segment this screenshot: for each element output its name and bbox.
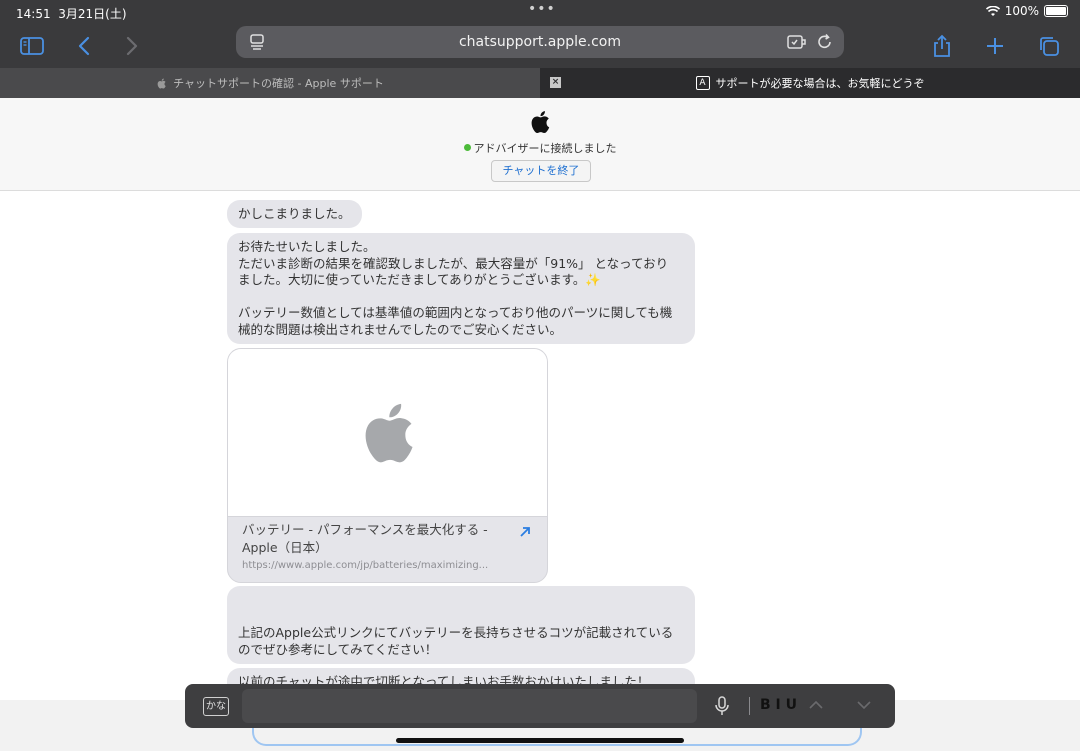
apple-logo-icon bbox=[365, 403, 413, 463]
chat-header: アドバイザーに接続しました チャットを終了 bbox=[0, 98, 1080, 191]
wifi-icon bbox=[985, 5, 1000, 16]
link-url: https://www.apple.com/jp/batteries/maxim… bbox=[242, 560, 489, 571]
browser-toolbar: chatsupport.apple.com bbox=[0, 24, 1080, 68]
share-icon[interactable] bbox=[928, 32, 956, 60]
toolbar-divider bbox=[749, 697, 750, 715]
keyboard-candidate-area[interactable] bbox=[242, 689, 697, 723]
status-indicators: 100% bbox=[985, 4, 1068, 18]
back-icon[interactable] bbox=[70, 32, 98, 60]
end-chat-button[interactable]: チャットを終了 bbox=[491, 160, 591, 182]
tab-chat-support-check[interactable]: チャットサポートの確認 - Apple サポート bbox=[0, 68, 540, 98]
microphone-icon[interactable] bbox=[713, 696, 731, 716]
battery-icon bbox=[1044, 5, 1068, 17]
extension-icon[interactable] bbox=[786, 33, 806, 51]
close-tab-icon[interactable]: × bbox=[550, 77, 561, 88]
chat-message: 上記のApple公式リンクにてバッテリーを長持ちさせるコツが記載されている ので… bbox=[227, 586, 695, 664]
tab-bar: チャットサポートの確認 - Apple サポート × A サポートが必要な場合は… bbox=[0, 68, 1080, 98]
open-link-arrow-icon[interactable] bbox=[518, 525, 532, 539]
forward-icon[interactable] bbox=[118, 32, 146, 60]
keyboard-shortcut-bar: かな B I U bbox=[185, 684, 895, 728]
status-time: 14:51 3月21日(土) bbox=[16, 7, 127, 21]
new-tab-icon[interactable] bbox=[981, 32, 1009, 60]
link-title: バッテリー - パフォーマンスを最大化する - Apple（日本） bbox=[242, 522, 488, 555]
url-text: chatsupport.apple.com bbox=[458, 34, 622, 50]
connected-dot-icon bbox=[463, 144, 471, 151]
tab-label: チャットサポートの確認 - Apple サポート bbox=[173, 77, 384, 90]
status-bar: 14:51 3月21日(土) ••• 100% bbox=[0, 0, 1080, 24]
connection-status: アドバイザーに接続しました bbox=[0, 140, 1080, 156]
apple-favicon-icon bbox=[157, 78, 166, 89]
chevron-down-icon[interactable] bbox=[855, 697, 873, 713]
apple-logo-icon bbox=[531, 111, 550, 133]
home-indicator[interactable] bbox=[396, 738, 684, 743]
multitasking-dots[interactable]: ••• bbox=[528, 1, 556, 17]
kana-input-key[interactable]: かな bbox=[203, 697, 229, 716]
reload-icon[interactable] bbox=[816, 33, 836, 51]
chat-message: かしこまりました。 bbox=[227, 200, 362, 228]
reader-mode-icon[interactable]: A bbox=[695, 76, 710, 90]
link-preview-card[interactable]: バッテリー - パフォーマンスを最大化する - Apple（日本） https:… bbox=[227, 348, 548, 583]
tabs-overview-icon[interactable] bbox=[1035, 32, 1063, 60]
text-format-button[interactable]: B I U bbox=[760, 697, 797, 713]
chat-message: お待たせいたしました。 ただいま診断の結果を確認致しましたが、最大容量が「91%… bbox=[227, 233, 695, 344]
tab-label: サポートが必要な場合は、お気軽にどうぞ bbox=[715, 77, 925, 90]
tab-support-welcome[interactable]: × A サポートが必要な場合は、お気軽にどうぞ bbox=[540, 68, 1080, 98]
sidebar-toggle-icon[interactable] bbox=[18, 32, 46, 60]
link-preview-image bbox=[228, 349, 547, 517]
battery-percent: 100% bbox=[1004, 4, 1039, 18]
address-bar[interactable]: chatsupport.apple.com bbox=[236, 26, 844, 58]
chevron-up-icon[interactable] bbox=[807, 697, 825, 713]
